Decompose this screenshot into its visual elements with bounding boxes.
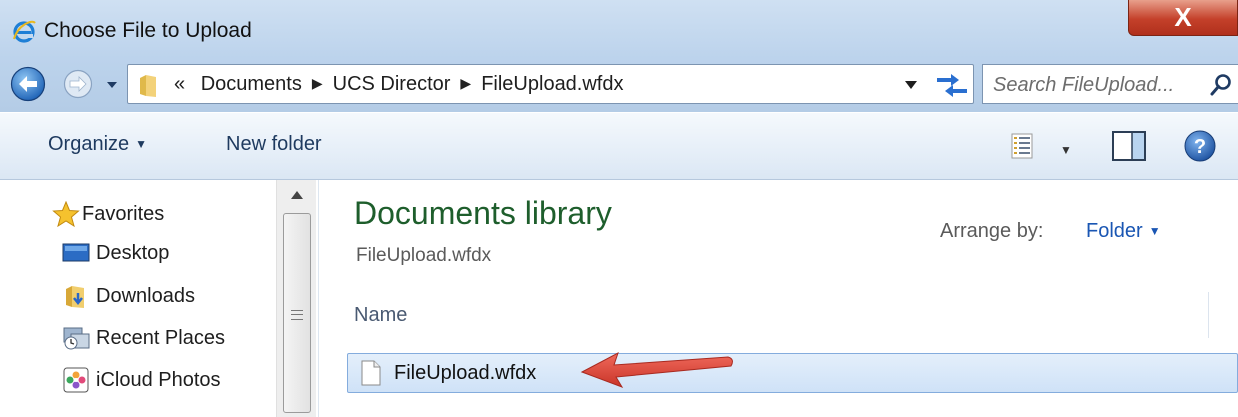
column-separator[interactable]: [1208, 292, 1209, 338]
file-row-selected[interactable]: FileUpload.wfdx: [347, 353, 1238, 393]
new-folder-button[interactable]: New folder: [226, 133, 322, 156]
folder-icon: [140, 75, 156, 97]
nav-item-label: Desktop: [96, 242, 170, 264]
organize-label: Organize: [48, 133, 130, 155]
library-title: Documents library: [354, 195, 612, 231]
arrange-by-value: Folder: [1086, 220, 1143, 242]
help-icon[interactable]: ?: [1184, 130, 1216, 162]
breadcrumb-separator-icon[interactable]: ▶: [312, 75, 323, 91]
svg-text:?: ?: [1194, 136, 1206, 158]
arrange-by-dropdown[interactable]: Folder ▼: [1086, 220, 1161, 243]
change-view-icon[interactable]: [1011, 133, 1033, 159]
nav-pane-scrollbar[interactable]: [276, 180, 316, 417]
internet-explorer-icon: [13, 20, 36, 43]
annotation-arrow-icon: [580, 351, 733, 388]
forward-arrow-icon[interactable]: [63, 69, 93, 99]
recent-pages-dropdown-icon[interactable]: [106, 80, 118, 90]
search-box[interactable]: [982, 64, 1238, 104]
icloud-photos-icon: [63, 367, 89, 393]
change-view-dropdown-icon[interactable]: ▼: [1060, 143, 1072, 157]
downloads-folder-icon: [66, 286, 84, 308]
refresh-icon[interactable]: [935, 69, 969, 99]
address-dropdown-icon[interactable]: [904, 80, 918, 90]
breadcrumb-ucs-director[interactable]: UCS Director: [333, 73, 451, 95]
scroll-grip-icon: [291, 310, 303, 320]
column-header-name[interactable]: Name: [354, 304, 407, 327]
window-title: Choose File to Upload: [44, 19, 252, 42]
command-toolbar: Organize ▼ New folder ▼ ?: [0, 112, 1238, 180]
breadcrumb: « Documents ▶ UCS Director ▶ FileUpload.wfdx: [174, 73, 624, 96]
chevron-down-icon: ▼: [1148, 224, 1161, 238]
nav-item-label: Recent Places: [96, 327, 225, 349]
breadcrumb-overflow[interactable]: «: [174, 73, 185, 95]
address-bar: « Documents ▶ UCS Director ▶ FileUpload.wfdx: [0, 58, 1238, 112]
breadcrumb-fileupload[interactable]: FileUpload.wfdx: [481, 73, 623, 95]
address-path-box[interactable]: « Documents ▶ UCS Director ▶ FileUpload.wfdx: [127, 64, 974, 104]
nav-item-label: Downloads: [96, 285, 195, 307]
scroll-thumb[interactable]: [283, 213, 311, 413]
nav-item-label: Favorites: [82, 203, 165, 225]
search-input[interactable]: [993, 72, 1203, 98]
arrange-by-label: Arrange by:: [940, 220, 1044, 242]
file-name: FileUpload.wfdx: [394, 362, 537, 384]
breadcrumb-documents[interactable]: Documents: [201, 73, 302, 95]
title-bar: Choose File to Upload X: [0, 0, 1238, 58]
breadcrumb-separator-icon[interactable]: ▶: [460, 75, 471, 91]
star-icon: [52, 201, 80, 227]
organize-button[interactable]: Organize ▼: [48, 133, 147, 156]
file-icon: [361, 360, 381, 386]
close-button[interactable]: X: [1128, 0, 1238, 36]
file-list-pane: Documents library FileUpload.wfdx Arrang…: [320, 180, 1238, 417]
preview-pane-icon[interactable]: [1112, 131, 1146, 161]
desktop-icon: [62, 243, 90, 262]
recent-places-icon: [63, 327, 90, 350]
chevron-down-icon: ▼: [135, 137, 148, 151]
scroll-up-icon[interactable]: [290, 190, 304, 200]
library-subtitle: FileUpload.wfdx: [356, 245, 492, 266]
pane-divider[interactable]: [318, 180, 319, 417]
nav-item-label: iCloud Photos: [96, 369, 221, 391]
back-arrow-icon[interactable]: [10, 66, 46, 102]
search-icon[interactable]: [1209, 73, 1233, 97]
navigation-pane: Favorites Desktop Downloads Recent Place…: [0, 180, 317, 417]
